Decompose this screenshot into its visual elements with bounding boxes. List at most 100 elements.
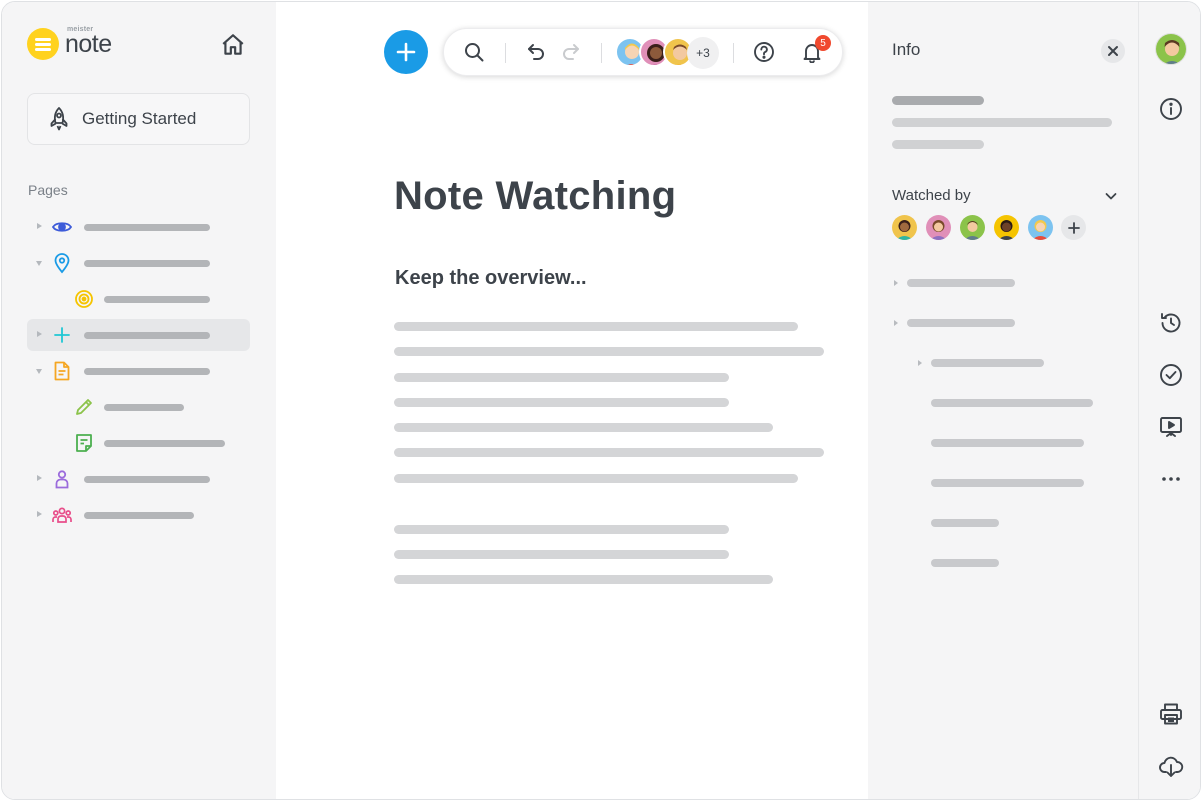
- info-icon[interactable]: [1158, 96, 1184, 122]
- page-title-placeholder: [84, 224, 210, 231]
- info-panel: Info Watched by: [868, 2, 1138, 799]
- add-button[interactable]: [384, 30, 428, 74]
- text-line-placeholder: [394, 322, 798, 331]
- text-line-placeholder: [394, 423, 773, 432]
- outline-item-placeholder[interactable]: [907, 319, 1015, 327]
- logo-small-text: meister: [67, 26, 94, 33]
- note-icon: [76, 434, 92, 452]
- plus-icon: [54, 327, 70, 343]
- expand-caret-icon[interactable]: [37, 331, 42, 337]
- outline-item-placeholder[interactable]: [931, 519, 999, 527]
- expand-caret-icon[interactable]: [37, 511, 42, 517]
- download-icon[interactable]: [1158, 754, 1184, 780]
- outline-item-placeholder[interactable]: [907, 279, 1015, 287]
- toolbar-divider: [505, 43, 506, 63]
- text-line-placeholder: [394, 448, 824, 457]
- expand-caret-icon[interactable]: [918, 360, 922, 366]
- page-item[interactable]: [27, 283, 250, 315]
- undo-icon[interactable]: [525, 41, 547, 63]
- check-circle-icon[interactable]: [1158, 362, 1184, 388]
- page-title-placeholder: [104, 440, 225, 447]
- watcher-avatar[interactable]: [892, 215, 917, 240]
- redo-icon[interactable]: [560, 41, 582, 63]
- print-icon[interactable]: [1158, 701, 1184, 727]
- page-title-placeholder: [84, 260, 210, 267]
- more-collaborators-badge[interactable]: +3: [687, 37, 719, 69]
- page-item[interactable]: [27, 499, 250, 531]
- close-button[interactable]: [1101, 39, 1125, 63]
- info-text-placeholder: [892, 118, 1112, 127]
- help-icon[interactable]: [753, 41, 775, 63]
- collapse-caret-icon[interactable]: [36, 369, 42, 374]
- outline-item-placeholder[interactable]: [931, 359, 1044, 367]
- note-title[interactable]: Note Watching: [394, 174, 676, 219]
- page-title-placeholder: [104, 296, 210, 303]
- rocket-icon: [50, 107, 68, 131]
- chevron-down-icon[interactable]: [1104, 189, 1118, 203]
- avatar[interactable]: [1155, 33, 1187, 65]
- history-icon[interactable]: [1158, 310, 1184, 336]
- note-subtitle[interactable]: Keep the overview...: [395, 267, 587, 290]
- watcher-avatar[interactable]: [960, 215, 985, 240]
- page-title-placeholder: [104, 404, 184, 411]
- info-text-placeholder: [892, 140, 984, 149]
- watcher-avatar[interactable]: [926, 215, 951, 240]
- text-line-placeholder: [394, 373, 729, 382]
- presentation-icon[interactable]: [1158, 414, 1184, 440]
- getting-started-button[interactable]: Getting Started: [27, 93, 250, 145]
- outline-item-placeholder[interactable]: [931, 399, 1093, 407]
- watcher-avatar[interactable]: [1028, 215, 1053, 240]
- app-window: meister note Getting Started Pages +3 5 …: [1, 1, 1201, 800]
- page-title-placeholder: [84, 476, 210, 483]
- page-title-placeholder: [84, 332, 210, 339]
- outline-item-placeholder[interactable]: [931, 559, 999, 567]
- text-line-placeholder: [394, 398, 729, 407]
- page-item-selected[interactable]: [27, 319, 250, 351]
- logo-text: meister note: [65, 26, 112, 59]
- text-line-placeholder: [394, 347, 824, 356]
- page-item[interactable]: [27, 211, 250, 243]
- outline-item-placeholder[interactable]: [931, 479, 1084, 487]
- toolbar-divider: [601, 43, 602, 63]
- page-title-placeholder: [84, 368, 210, 375]
- sidebar: meister note Getting Started Pages: [2, 2, 276, 799]
- expand-caret-icon[interactable]: [894, 320, 898, 326]
- info-heading-placeholder: [892, 96, 984, 105]
- logo-icon: [27, 28, 59, 60]
- search-icon[interactable]: [463, 41, 485, 63]
- page-item[interactable]: [27, 391, 250, 423]
- page-title-placeholder: [84, 512, 194, 519]
- toolbar: +3 5: [443, 28, 843, 76]
- more-icon[interactable]: [1158, 466, 1184, 492]
- add-watcher-button[interactable]: [1061, 215, 1086, 240]
- target-icon: [75, 290, 93, 308]
- pages-heading: Pages: [28, 182, 68, 198]
- collapse-caret-icon[interactable]: [36, 261, 42, 266]
- watcher-avatar[interactable]: [994, 215, 1019, 240]
- notification-badge: 5: [815, 35, 831, 51]
- expand-caret-icon[interactable]: [37, 223, 42, 229]
- logo[interactable]: meister note: [27, 26, 112, 60]
- getting-started-label: Getting Started: [82, 109, 197, 128]
- home-icon[interactable]: [220, 32, 246, 58]
- plus-icon: [1067, 221, 1080, 234]
- toolbar-divider: [733, 43, 734, 63]
- close-icon: [1108, 46, 1118, 56]
- right-rail: [1138, 2, 1200, 799]
- expand-caret-icon[interactable]: [37, 475, 42, 481]
- page-item[interactable]: [27, 463, 250, 495]
- page-item[interactable]: [27, 355, 250, 387]
- add-icon: [396, 42, 416, 62]
- expand-caret-icon[interactable]: [894, 280, 898, 286]
- pencil-icon: [76, 399, 92, 415]
- outline-item-placeholder[interactable]: [931, 439, 1084, 447]
- info-panel-title: Info: [892, 40, 921, 59]
- note-editor: +3 5 Note Watching Keep the overview...: [276, 2, 868, 799]
- text-line-placeholder: [394, 575, 773, 584]
- page-item[interactable]: [27, 427, 250, 459]
- text-line-placeholder: [394, 550, 729, 559]
- text-line-placeholder: [394, 525, 729, 534]
- document-icon: [54, 361, 70, 381]
- map-pin-icon: [54, 253, 70, 274]
- page-item[interactable]: [27, 247, 250, 279]
